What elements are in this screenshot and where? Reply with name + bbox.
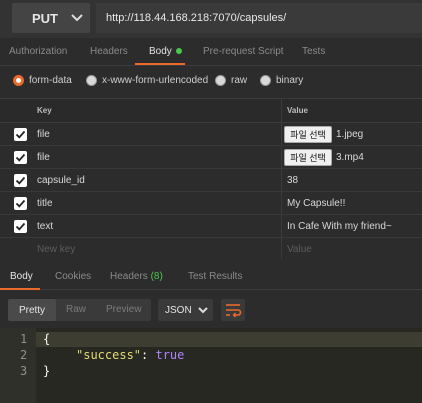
response-tab-cookies[interactable]: Cookies: [55, 271, 91, 282]
radio-binary-label: binary: [276, 75, 304, 86]
response-tab-headers[interactable]: Headers (8): [110, 271, 163, 282]
choose-file-button[interactable]: 파일 선택: [284, 149, 332, 166]
check-icon: [15, 176, 26, 185]
wrap-lines-button[interactable]: [221, 299, 245, 321]
response-body-editor[interactable]: 1 2 3 { "success": true }: [0, 328, 422, 403]
format-label: JSON: [165, 304, 192, 316]
file-name: 3.mp4: [336, 152, 364, 163]
row-checkbox[interactable]: [14, 197, 27, 210]
active-dot-icon: [175, 48, 182, 55]
radio-form-data[interactable]: form-data: [13, 75, 72, 86]
check-icon: [15, 153, 26, 162]
new-key-input[interactable]: New key: [37, 244, 75, 255]
code-close-brace: }: [43, 364, 51, 378]
new-row: New key Value: [0, 238, 422, 261]
row-checkbox[interactable]: [14, 151, 27, 164]
table-row: file 파일 선택 1.jpeg: [0, 123, 422, 146]
active-response-tab-indicator: [0, 288, 40, 290]
check-icon: [15, 130, 26, 139]
response-view-bar: Pretty Raw Preview JSON: [0, 294, 422, 326]
active-tab-indicator: [135, 63, 185, 65]
tab-authorization[interactable]: Authorization: [9, 46, 67, 57]
response-tab-test-results[interactable]: Test Results: [188, 271, 242, 282]
chevron-down-icon: [71, 14, 83, 22]
radio-unselected-icon: [260, 75, 271, 86]
method-label: PUT: [32, 10, 58, 26]
row-checkbox[interactable]: [14, 128, 27, 141]
view-pretty-button[interactable]: Pretty: [8, 299, 56, 321]
row-value[interactable]: My Capsule!!: [287, 198, 345, 209]
radio-urlencoded-label: x-www-form-urlencoded: [102, 75, 209, 86]
column-header-key: Key: [37, 106, 52, 115]
table-row: file 파일 선택 3.mp4: [0, 146, 422, 169]
url-text: http://118.44.168.218:7070/capsules/: [106, 12, 287, 24]
radio-x-www-form-urlencoded[interactable]: x-www-form-urlencoded: [86, 75, 208, 86]
response-tab-headers-label: Headers: [110, 271, 148, 282]
wrap-lines-icon: [226, 304, 242, 318]
radio-binary[interactable]: binary: [260, 75, 303, 86]
check-icon: [15, 199, 26, 208]
tab-headers[interactable]: Headers: [90, 46, 128, 57]
row-value[interactable]: 38: [287, 175, 298, 186]
format-dropdown[interactable]: JSON: [158, 299, 213, 321]
radio-form-data-label: form-data: [29, 75, 72, 86]
body-type-selector: form-data x-www-form-urlencoded raw bina…: [0, 66, 422, 96]
table-row: capsule_id 38: [0, 169, 422, 192]
json-key: "success": [76, 348, 142, 362]
radio-unselected-icon: [86, 75, 97, 86]
method-dropdown[interactable]: PUT: [12, 3, 90, 33]
active-line-highlight: [36, 332, 422, 347]
table-header: Key Value: [0, 99, 422, 123]
radio-unselected-icon: [215, 75, 226, 86]
row-checkbox[interactable]: [14, 220, 27, 233]
line-number: 2: [20, 348, 28, 362]
line-number: 1: [20, 332, 28, 346]
radio-raw[interactable]: raw: [215, 75, 247, 86]
radio-selected-icon: [13, 75, 24, 86]
response-tabs: Body Cookies Headers (8) Test Results: [0, 264, 422, 290]
tab-body-label: Body: [149, 46, 172, 57]
table-row: title My Capsule!!: [0, 192, 422, 215]
tab-tests[interactable]: Tests: [302, 46, 325, 57]
request-bar: PUT http://118.44.168.218:7070/capsules/: [0, 0, 422, 38]
choose-file-button[interactable]: 파일 선택: [284, 126, 332, 143]
row-checkbox[interactable]: [14, 174, 27, 187]
table-row: text In Cafe With my friend~: [0, 215, 422, 238]
row-value[interactable]: In Cafe With my friend~: [287, 221, 392, 232]
view-raw-button[interactable]: Raw: [66, 304, 86, 315]
new-value-input[interactable]: Value: [287, 244, 312, 255]
row-key[interactable]: file: [37, 152, 50, 163]
row-key[interactable]: file: [37, 129, 50, 140]
chevron-down-icon: [198, 307, 208, 314]
file-name: 1.jpeg: [336, 129, 364, 140]
response-tab-body[interactable]: Body: [10, 271, 33, 282]
check-icon: [15, 222, 26, 231]
headers-count-badge: (8): [150, 271, 163, 282]
row-key[interactable]: text: [37, 221, 53, 232]
request-tabs: Authorization Headers Body Pre-request S…: [0, 38, 422, 66]
form-data-table: Key Value file 파일 선택 1.jpeg file 파일 선택 3…: [0, 98, 422, 261]
json-value: true: [155, 348, 185, 362]
code-open-brace: {: [43, 332, 51, 346]
row-key[interactable]: title: [37, 198, 53, 209]
column-header-value: Value: [287, 106, 308, 115]
view-preview-button[interactable]: Preview: [106, 304, 142, 315]
json-colon: :: [141, 348, 156, 362]
line-number-gutter: [0, 328, 36, 403]
view-mode-group: Pretty Raw Preview: [8, 299, 151, 321]
url-input[interactable]: http://118.44.168.218:7070/capsules/: [96, 3, 422, 33]
tab-body[interactable]: Body: [149, 46, 182, 57]
radio-raw-label: raw: [231, 75, 248, 86]
tab-pre-request-script[interactable]: Pre-request Script: [203, 46, 284, 57]
line-number: 3: [20, 364, 28, 378]
code-line-success: "success": true: [76, 348, 184, 362]
row-key[interactable]: capsule_id: [37, 175, 85, 186]
